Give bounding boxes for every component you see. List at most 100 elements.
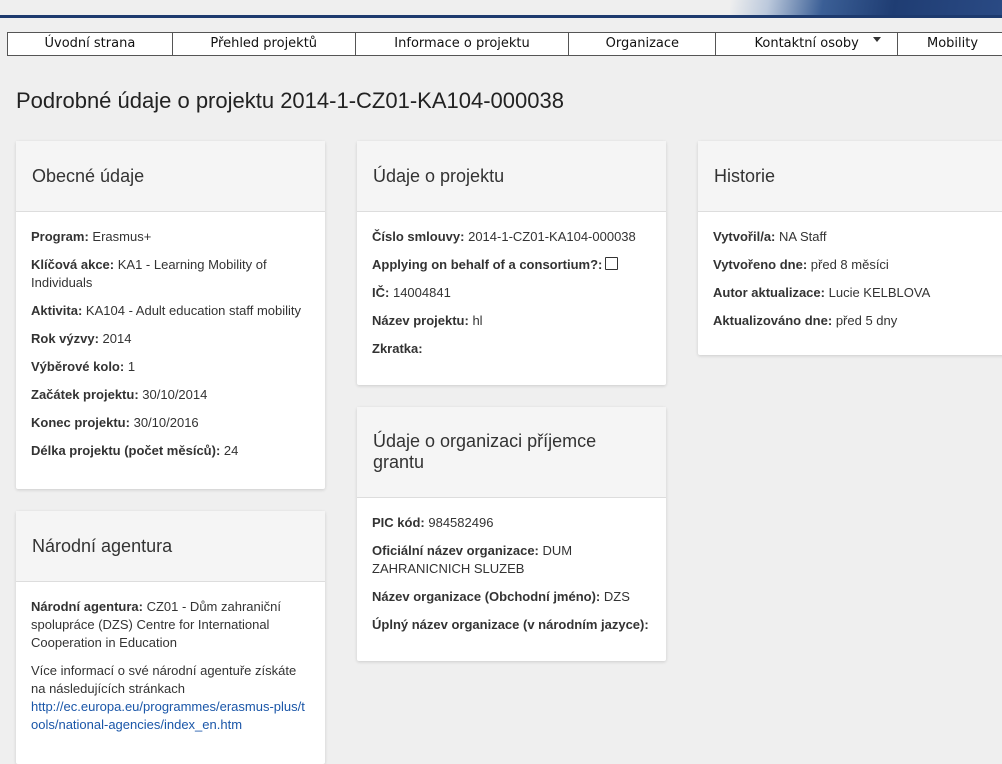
nav-item-projects-overview[interactable]: Přehled projektů (173, 33, 356, 55)
card-title: Obecné údaje (32, 165, 145, 186)
detail-row: Vytvořeno dne: před 8 měsíci (713, 256, 1002, 274)
nav-item-project-info[interactable]: Informace o projektu (356, 33, 570, 55)
field-label: Výběrové kolo: (31, 359, 125, 374)
detail-row: Oficiální název organizace: DUM ZAHRANIC… (372, 542, 651, 578)
detail-row: Aktualizováno dne: před 5 dny (713, 312, 1002, 330)
field-label: Vytvořil/a: (713, 229, 776, 244)
field-value: 30/10/2014 (142, 387, 208, 402)
general-details-card: Obecné údaje Program: Erasmus+ Klíčová a… (16, 141, 325, 489)
card-body: Národní agentura: CZ01 - Dům zahraniční … (16, 582, 325, 744)
field-label: Konec projektu: (31, 415, 130, 430)
top-banner (0, 0, 1002, 18)
page-title: Podrobné údaje o projektu 2014-1-CZ01-KA… (16, 88, 564, 113)
national-agencies-link[interactable]: http://ec.europa.eu/programmes/erasmus-p… (31, 699, 305, 732)
field-value: KA104 - Adult education staff mobility (85, 303, 302, 318)
field-label: Zkratka: (372, 341, 423, 356)
field-label: Úplný název organizace (v národním jazyc… (372, 617, 649, 632)
field-label: Vytvořeno dne: (713, 257, 808, 272)
detail-row: Rok výzvy: 2014 (31, 330, 310, 348)
card-title: Národní agentura (32, 535, 173, 556)
banner-bar (0, 15, 1002, 18)
field-value: 1 (127, 359, 136, 374)
more-info-text: Více informací o své národní agentuře zí… (31, 663, 297, 696)
field-label: Aktualizováno dne: (713, 313, 833, 328)
nav-item-label: Úvodní strana (44, 36, 136, 51)
chevron-down-icon[interactable] (873, 37, 882, 42)
field-label: Applying on behalf of a consortium?: (372, 257, 603, 272)
detail-row: Národní agentura: CZ01 - Dům zahraniční … (31, 598, 310, 652)
detail-row: Název projektu: hl (372, 312, 651, 330)
detail-row: Autor aktualizace: Lucie KELBLOVA (713, 284, 1002, 302)
field-value: NA Staff (779, 229, 827, 244)
card-header: Historie (698, 141, 1002, 212)
nav-item-mobilities[interactable]: Mobility (898, 33, 1002, 55)
field-value: Erasmus+ (92, 229, 152, 244)
nav-item-label: Mobility (927, 36, 979, 51)
card-header: Údaje o projektu (357, 141, 666, 212)
detail-row: Program: Erasmus+ (31, 228, 310, 246)
detail-row: Applying on behalf of a consortium?: (372, 256, 651, 274)
field-value: 2014-1-CZ01-KA104-000038 (468, 229, 636, 244)
banner-decoration (730, 0, 1002, 16)
field-value: před 5 dny (835, 313, 898, 328)
detail-row: Zkratka: (372, 340, 651, 358)
card-title: Údaje o projektu (373, 165, 505, 186)
detail-row: Délka projektu (počet měsíců): 24 (31, 442, 310, 460)
history-card: Historie Vytvořil/a: NA Staff Vytvořeno … (698, 141, 1002, 355)
nav-item-label: Organizace (605, 36, 680, 51)
card-title: Údaje o organizaci příjemce grantu (373, 431, 597, 472)
field-label: Název projektu: (372, 313, 469, 328)
nav-item-home[interactable]: Úvodní strana (8, 33, 173, 55)
field-value: Lucie KELBLOVA (828, 285, 931, 300)
nav-item-organisations[interactable]: Organizace (569, 33, 717, 55)
detail-row: Název organizace (Obchodní jméno): DZS (372, 588, 651, 606)
detail-row: Úplný název organizace (v národním jazyc… (372, 616, 651, 634)
field-value: před 8 měsíci (810, 257, 889, 272)
detail-row: Klíčová akce: KA1 - Learning Mobility of… (31, 256, 310, 292)
national-agency-card: Národní agentura Národní agentura: CZ01 … (16, 511, 325, 764)
field-value: 984582496 (428, 515, 494, 530)
nav-item-label: Informace o projektu (394, 36, 530, 51)
detail-row: Výběrové kolo: 1 (31, 358, 310, 376)
field-value: 2014 (102, 331, 132, 346)
field-label: Délka projektu (počet měsíců): (31, 443, 221, 458)
field-label: Program: (31, 229, 89, 244)
consortium-checkbox[interactable] (605, 257, 619, 270)
nav-item-label: Kontaktní osoby (754, 36, 859, 51)
card-title: Historie (714, 165, 776, 186)
field-value: 14004841 (392, 285, 451, 300)
detail-row: Aktivita: KA104 - Adult education staff … (31, 302, 310, 320)
field-value: 30/10/2016 (133, 415, 199, 430)
card-body: PIC kód: 984582496 Oficiální název organ… (357, 498, 666, 654)
card-body: Číslo smlouvy: 2014-1-CZ01-KA104-000038 … (357, 212, 666, 378)
detail-row: Vytvořil/a: NA Staff (713, 228, 1002, 246)
detail-row: PIC kód: 984582496 (372, 514, 651, 532)
field-label: Název organizace (Obchodní jméno): (372, 589, 601, 604)
field-label: Rok výzvy: (31, 331, 99, 346)
field-label: Autor aktualizace: (713, 285, 825, 300)
field-label: Začátek projektu: (31, 387, 139, 402)
nav-item-label: Přehled projektů (210, 36, 318, 51)
main-navigation: Úvodní strana Přehled projektů Informace… (7, 32, 1002, 56)
beneficiary-organisation-card: Údaje o organizaci příjemce grantu PIC k… (357, 407, 666, 661)
field-label: Aktivita: (31, 303, 83, 318)
detail-row: Číslo smlouvy: 2014-1-CZ01-KA104-000038 (372, 228, 651, 246)
field-label: Národní agentura: (31, 599, 143, 614)
card-header: Národní agentura (16, 511, 325, 582)
field-label: Oficiální název organizace: (372, 543, 539, 558)
card-header: Údaje o organizaci příjemce grantu (357, 407, 666, 498)
card-body: Vytvořil/a: NA Staff Vytvořeno dne: před… (698, 212, 1002, 350)
field-value: hl (472, 313, 483, 328)
project-details-card: Údaje o projektu Číslo smlouvy: 2014-1-C… (357, 141, 666, 385)
field-label: Klíčová akce: (31, 257, 115, 272)
field-label: IČ: (372, 285, 390, 300)
field-label: PIC kód: (372, 515, 425, 530)
field-value: 24 (223, 443, 239, 458)
detail-row: Konec projektu: 30/10/2016 (31, 414, 310, 432)
nav-item-contacts[interactable]: Kontaktní osoby (716, 33, 899, 55)
field-label: Číslo smlouvy: (372, 229, 465, 244)
detail-row: IČ: 14004841 (372, 284, 651, 302)
card-header: Obecné údaje (16, 141, 325, 212)
detail-row: Začátek projektu: 30/10/2014 (31, 386, 310, 404)
card-body: Program: Erasmus+ Klíčová akce: KA1 - Le… (16, 212, 325, 480)
